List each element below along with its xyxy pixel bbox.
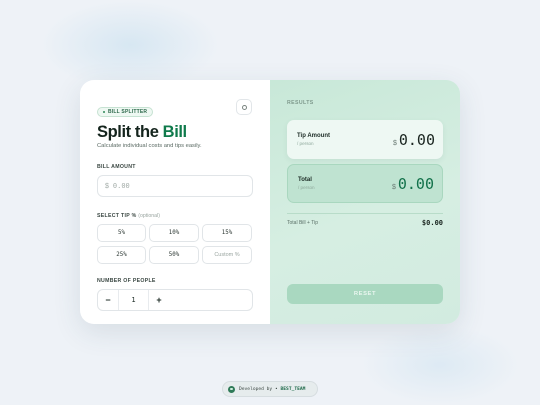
people-count[interactable]: 1 — [119, 296, 148, 304]
results-label: RESULTS — [287, 100, 314, 106]
tip-amount-value: 0.00 — [398, 130, 435, 149]
background-blob — [40, 0, 220, 90]
total-value: 0.00 — [397, 174, 434, 193]
tip-button-15[interactable]: 15% — [202, 224, 252, 242]
title-accent: Bill — [162, 123, 187, 141]
app-badge: BILL SPLITTER — [97, 107, 154, 117]
bill-splitter-card: BILL SPLITTER Split the Bill Calculate i… — [80, 80, 460, 324]
people-stepper: − 1 + — [97, 289, 253, 311]
total-title: Total — [298, 177, 312, 183]
results-divider — [287, 213, 443, 214]
summary-row: Total Bill + Tip $0.00 — [287, 219, 443, 227]
developer-footer[interactable]: Developed by • BEST_TEAM — [222, 381, 318, 397]
bill-amount-label: BILL AMOUNT — [97, 164, 136, 170]
people-label: NUMBER OF PEOPLE — [97, 278, 156, 284]
tip-amount-sub: / person — [297, 141, 314, 146]
custom-tip-input[interactable]: Custom % — [202, 246, 252, 264]
background-blob — [360, 325, 520, 405]
circle-logo-icon — [228, 385, 235, 393]
footer-prefix: Developed by • — [239, 386, 278, 392]
increment-button[interactable]: + — [149, 290, 169, 310]
tip-button-5[interactable]: 5% — [97, 224, 146, 242]
decrement-button[interactable]: − — [98, 290, 118, 310]
tip-label-text: SELECT TIP % — [97, 213, 137, 219]
total-currency: $ — [391, 183, 396, 191]
reset-button[interactable]: RESET — [287, 284, 443, 304]
sun-icon — [241, 104, 247, 110]
tip-amount-title: Tip Amount — [297, 133, 330, 139]
summary-value: $0.00 — [421, 219, 443, 227]
input-panel: BILL SPLITTER Split the Bill Calculate i… — [80, 80, 270, 324]
page-subtitle: Calculate individual costs and tips easi… — [97, 143, 202, 149]
theme-toggle-button[interactable] — [236, 99, 252, 115]
tip-optional-label: (optional) — [138, 213, 160, 219]
app-badge-label: BILL SPLITTER — [108, 109, 148, 115]
tip-button-25[interactable]: 25% — [97, 246, 146, 264]
footer-text: Developed by • BEST_TEAM — [239, 387, 305, 392]
currency-symbol: $ — [105, 182, 109, 190]
tip-label: SELECT TIP % (optional) — [97, 213, 253, 219]
title-text: Split the — [97, 123, 163, 141]
bill-amount-field[interactable]: $ — [97, 175, 253, 197]
badge-dot-icon — [103, 111, 105, 113]
bill-amount-input[interactable] — [112, 182, 233, 190]
summary-label: Total Bill + Tip — [287, 220, 318, 226]
page-title: Split the Bill — [97, 123, 253, 141]
results-panel: RESULTS Tip Amount / person $ 0.00 Total… — [270, 80, 460, 324]
tip-amount-card: Tip Amount / person $ 0.00 — [287, 120, 443, 159]
total-card: Total / person $ 0.00 — [287, 164, 443, 203]
footer-team: BEST_TEAM — [280, 386, 306, 392]
tip-options: 5% 10% 15% 25% 50% Custom % — [97, 224, 253, 264]
total-sub: / person — [298, 185, 315, 190]
tip-amount-currency: $ — [392, 139, 397, 147]
tip-button-10[interactable]: 10% — [149, 224, 199, 242]
tip-button-50[interactable]: 50% — [149, 246, 199, 264]
